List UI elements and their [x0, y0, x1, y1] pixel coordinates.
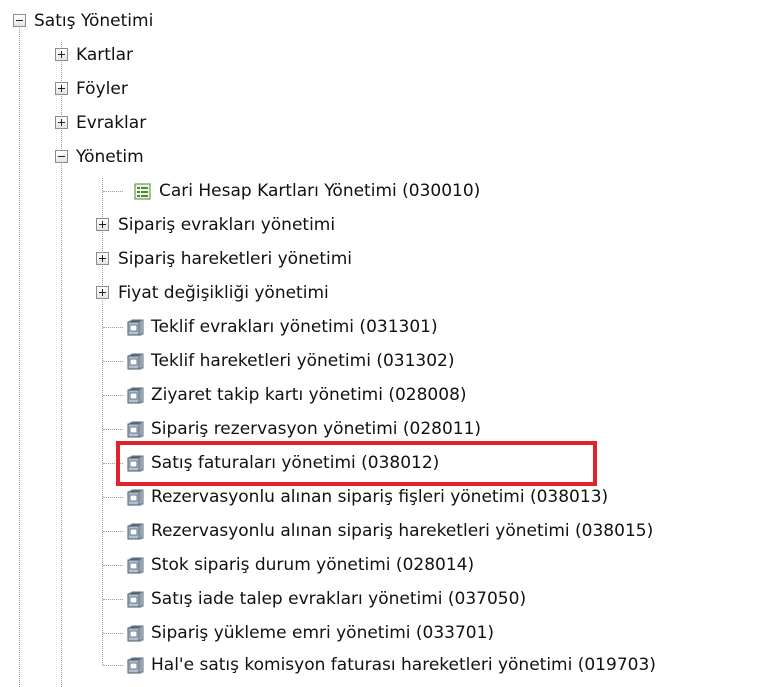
tree-node-yonetim[interactable]: Yönetim: [0, 142, 300, 172]
highlight-box: [116, 441, 597, 486]
tree-node-label: Föyler: [76, 79, 128, 99]
tree-item-label: Hal'e satış komisyon faturası hareketler…: [151, 655, 656, 675]
document-stack-icon: [127, 421, 144, 438]
document-stack-icon: [127, 557, 144, 574]
tree-item-hal-satis-komisyon[interactable]: Hal'e satış komisyon faturası hareketler…: [0, 650, 784, 680]
tree-item-label: Satış iade talep evrakları yönetimi (037…: [151, 589, 527, 609]
tree-item-siparis-rezervasyon[interactable]: Sipariş rezervasyon yönetimi (028011): [0, 414, 700, 444]
tree-node-kartlar[interactable]: Kartlar: [0, 40, 300, 70]
tree-node-fiyat-degisikligi[interactable]: Fiyat değişikliği yönetimi: [0, 278, 400, 308]
tree-node-label: Yönetim: [76, 147, 144, 167]
collapse-icon[interactable]: [55, 150, 68, 163]
tree-item-label: Rezervasyonlu alınan sipariş hareketleri…: [151, 521, 654, 541]
tree-node-label: Sipariş hareketleri yönetimi: [118, 249, 352, 269]
expand-icon[interactable]: [96, 218, 109, 231]
document-stack-icon: [127, 319, 144, 336]
tree-node-label: Kartlar: [76, 45, 134, 65]
document-stack-icon: [127, 489, 144, 506]
tree-item-stok-siparis-durum[interactable]: Stok sipariş durum yönetimi (028014): [0, 550, 700, 580]
tree-node-siparis-evraklari[interactable]: Sipariş evrakları yönetimi: [0, 210, 400, 240]
tree-item-ziyaret-takip[interactable]: Ziyaret takip kartı yönetimi (028008): [0, 380, 700, 410]
tree-item-label: Teklif evrakları yönetimi (031301): [151, 317, 438, 337]
tree-item-label: Sipariş yükleme emri yönetimi (033701): [151, 623, 495, 643]
tree-item-rezervasyonlu-hareketler[interactable]: Rezervasyonlu alınan sipariş hareketleri…: [0, 516, 784, 546]
tree-item-label: Ziyaret takip kartı yönetimi (028008): [151, 385, 467, 405]
expand-icon[interactable]: [96, 286, 109, 299]
expand-icon[interactable]: [96, 252, 109, 265]
tree-node-label: Evraklar: [76, 113, 147, 133]
expand-icon[interactable]: [55, 82, 68, 95]
document-stack-icon: [127, 657, 144, 674]
form-icon: [134, 183, 151, 200]
document-stack-icon: [127, 353, 144, 370]
tree-node-label: Fiyat değişikliği yönetimi: [118, 283, 329, 303]
tree-node-foyler[interactable]: Föyler: [0, 74, 300, 104]
document-stack-icon: [127, 387, 144, 404]
tree-item-teklif-hareketleri[interactable]: Teklif hareketleri yönetimi (031302): [0, 346, 700, 376]
expand-icon[interactable]: [55, 48, 68, 61]
tree-node-satis-yonetimi[interactable]: Satış Yönetimi: [0, 6, 300, 36]
tree-item-satis-iade-talep[interactable]: Satış iade talep evrakları yönetimi (037…: [0, 584, 700, 614]
tree-item-rezervasyonlu-fisler[interactable]: Rezervasyonlu alınan sipariş fişleri yön…: [0, 482, 784, 512]
tree-node-evraklar[interactable]: Evraklar: [0, 108, 300, 138]
tree-item-label: Sipariş rezervasyon yönetimi (028011): [151, 419, 482, 439]
tree-item-label: Cari Hesap Kartları Yönetimi (030010): [159, 181, 481, 201]
document-stack-icon: [127, 625, 144, 642]
collapse-icon[interactable]: [13, 14, 26, 27]
document-stack-icon: [127, 523, 144, 540]
tree-item-cari-hesap[interactable]: Cari Hesap Kartları Yönetimi (030010): [0, 176, 700, 206]
tree-node-siparis-hareketleri[interactable]: Sipariş hareketleri yönetimi: [0, 244, 400, 274]
tree-item-siparis-yukleme-emri[interactable]: Sipariş yükleme emri yönetimi (033701): [0, 618, 700, 648]
expand-icon[interactable]: [55, 116, 68, 129]
tree-item-teklif-evraklari[interactable]: Teklif evrakları yönetimi (031301): [0, 312, 700, 342]
tree-item-label: Stok sipariş durum yönetimi (028014): [151, 555, 475, 575]
tree-item-label: Rezervasyonlu alınan sipariş fişleri yön…: [151, 487, 609, 507]
document-stack-icon: [127, 591, 144, 608]
tree-item-label: Teklif hareketleri yönetimi (031302): [151, 351, 455, 371]
tree-node-label: Satış Yönetimi: [34, 11, 154, 31]
tree-node-label: Sipariş evrakları yönetimi: [118, 215, 336, 235]
